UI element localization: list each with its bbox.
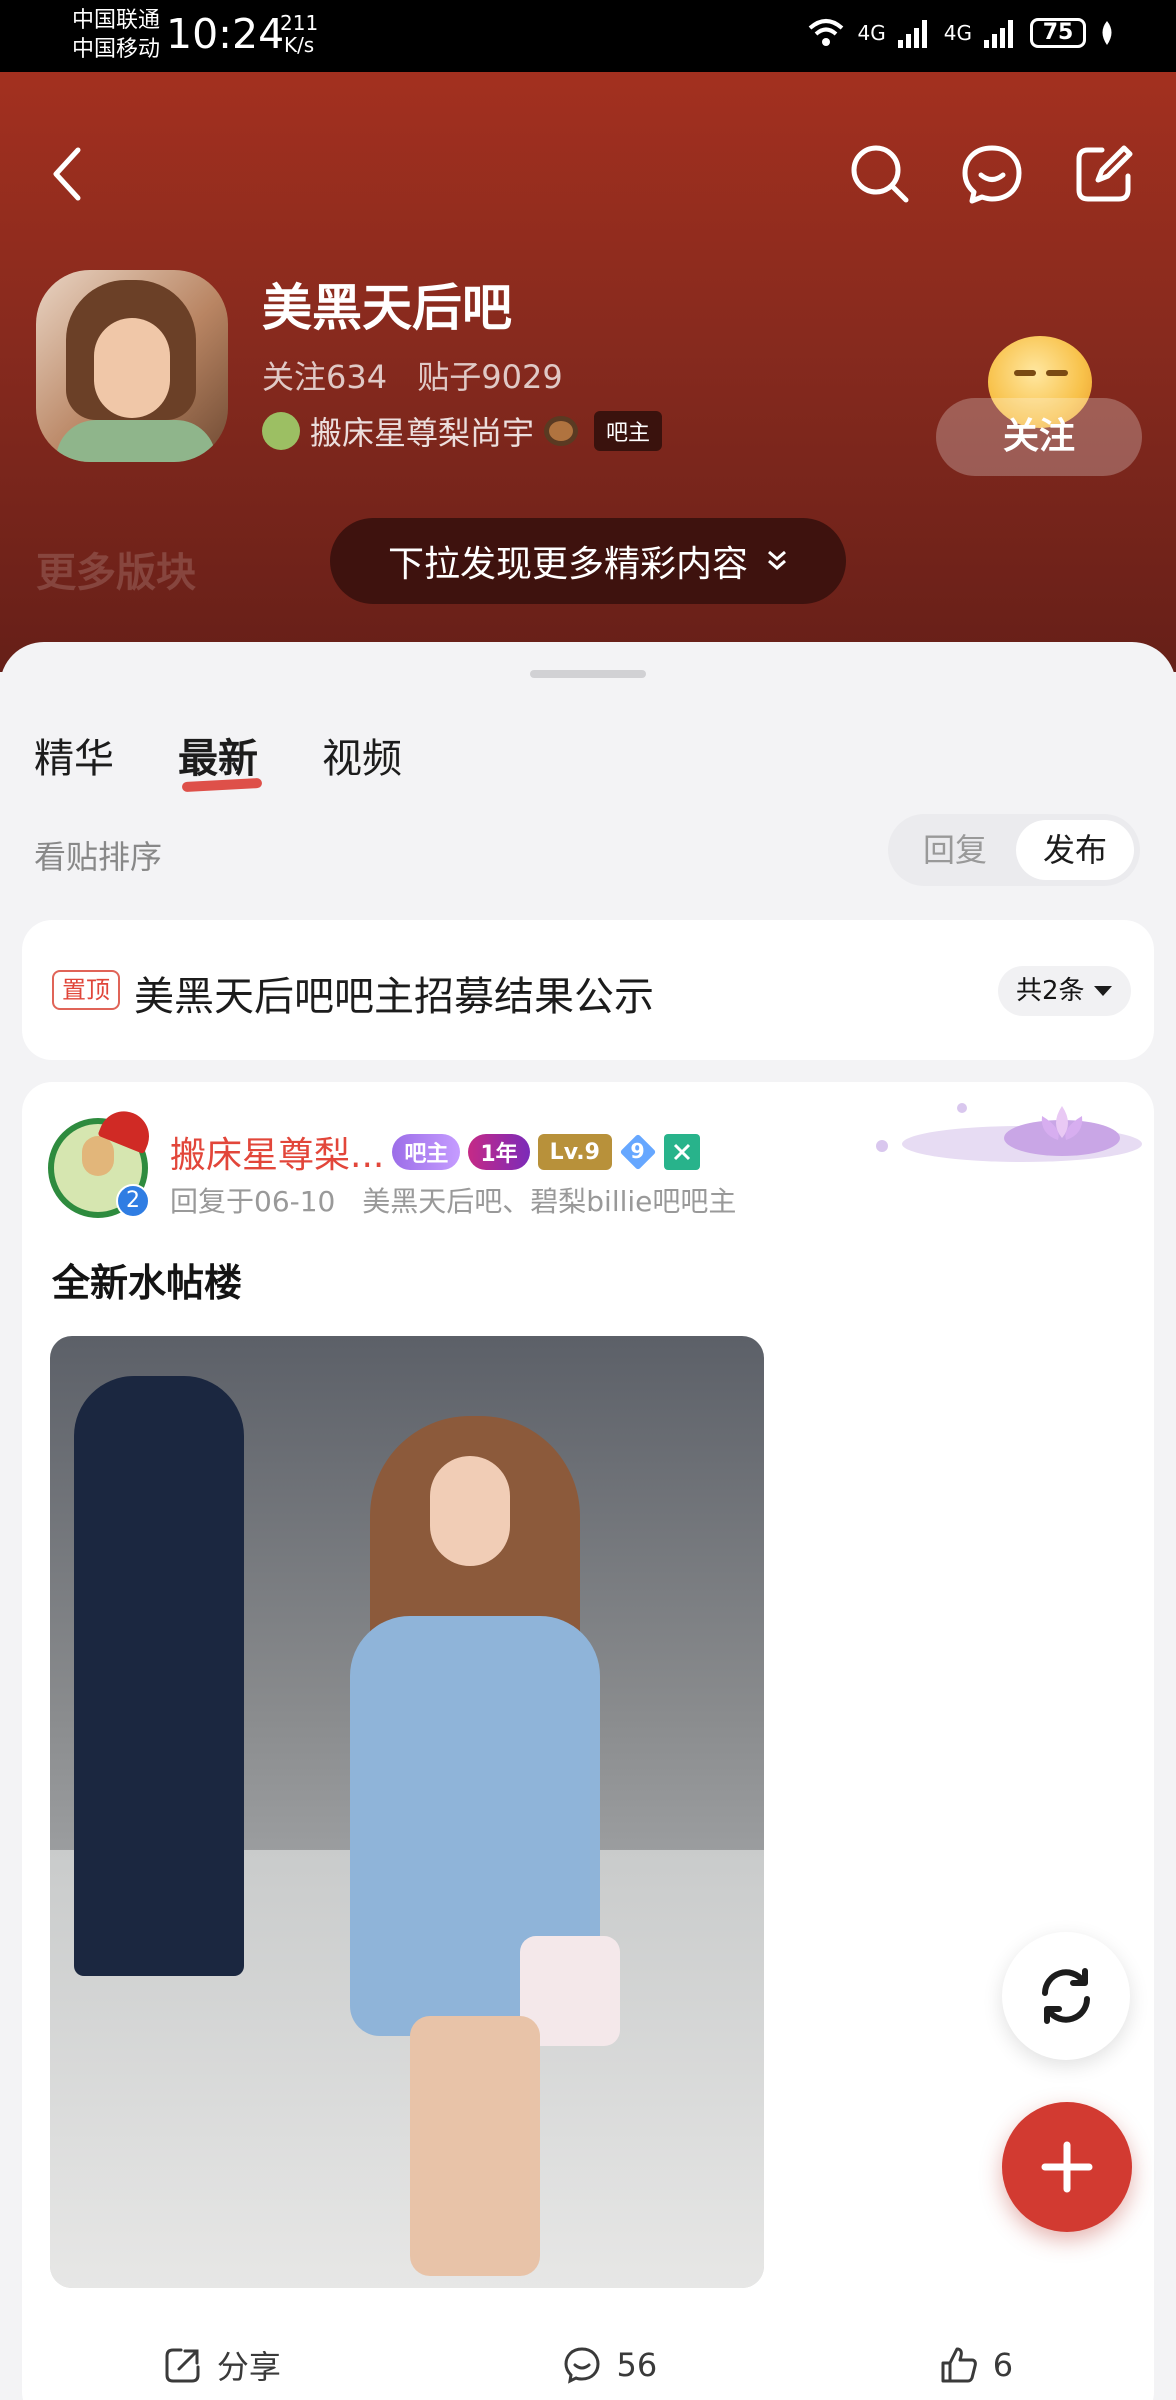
author-avatar[interactable]: 2: [44, 1103, 157, 1224]
follow-area: 关注: [936, 328, 1142, 478]
post-count: 贴子9029: [417, 358, 563, 396]
share-label: 分享: [216, 2348, 281, 2386]
plus-icon: [1041, 2141, 1093, 2193]
battery-indicator: 75: [1030, 18, 1086, 48]
tab-featured[interactable]: 精华: [34, 726, 114, 784]
signal-icon: [897, 20, 927, 48]
owner-avatar: [262, 412, 300, 450]
pinned-count-dropdown[interactable]: 共2条: [998, 966, 1131, 1016]
forum-name: 美黑天后吧: [262, 279, 512, 337]
signal-icon-2: [984, 20, 1013, 48]
gem-badge: 9: [619, 1133, 657, 1171]
leaf-icon: [1102, 21, 1112, 45]
tab-latest[interactable]: 最新: [178, 726, 258, 784]
pull-down-hint[interactable]: 下拉发现更多精彩内容: [330, 518, 846, 604]
refresh-button[interactable]: [1002, 1932, 1130, 2060]
chat-bubble-icon: [962, 145, 1022, 204]
network-speed: 211 K/s: [280, 12, 318, 56]
share-button[interactable]: 分享: [163, 2342, 281, 2388]
forum-owner[interactable]: 搬床星尊梨尚宇 吧主: [262, 408, 663, 454]
post-title: 全新水帖楼: [52, 1261, 243, 1305]
forum-header: 美黑天后吧 关注634 贴子9029 搬床星尊梨尚宇 吧主 关注 更多版块 下拉…: [0, 72, 1176, 672]
content-sheet: 精华 最新 视频 看贴排序 回复 发布 置顶 美黑天后吧吧主招募结果公示 共2条…: [0, 642, 1176, 2400]
grid-badge-icon: [663, 1134, 700, 1170]
tab-video[interactable]: 视频: [322, 726, 402, 784]
message-button[interactable]: [956, 138, 1028, 210]
edit-icon: [1076, 145, 1133, 202]
chevron-left-icon: [53, 147, 81, 201]
forum-owner-badge: 吧主: [392, 1134, 461, 1170]
owner-name: 搬床星尊梨尚宇: [310, 414, 535, 452]
back-button[interactable]: [32, 138, 104, 210]
gem-badge-number: 9: [630, 1140, 646, 1164]
like-count: 6: [992, 2346, 1014, 2384]
wifi-icon: [808, 19, 843, 46]
forum-stats: 关注634 贴子9029: [262, 352, 583, 398]
search-button[interactable]: [844, 138, 916, 210]
network-type-1: 4G: [857, 21, 886, 45]
x-square-icon: [673, 1143, 690, 1161]
post-card[interactable]: 2 搬床星尊梨... 吧主 1年 Lv.9 9 回复于06-10 美黑天后吧、碧…: [22, 1082, 1154, 2400]
comment-count: 56: [616, 2346, 658, 2384]
post-meta: 回复于06-10 美黑天后吧、碧梨billie吧吧主: [170, 1180, 754, 1220]
post-image[interactable]: [50, 1336, 764, 2288]
more-sections-label[interactable]: 更多版块: [36, 540, 196, 598]
new-post-button[interactable]: [1002, 2102, 1132, 2232]
feed-tabs: 精华 最新 视频: [34, 726, 402, 784]
author-line: 搬床星尊梨... 吧主 1年 Lv.9 9: [170, 1126, 700, 1178]
search-icon: [851, 145, 909, 203]
pinned-post[interactable]: 置顶 美黑天后吧吧主招募结果公示 共2条: [22, 920, 1154, 1060]
speed-value: 211: [280, 11, 319, 35]
refresh-icon: [1042, 1968, 1090, 2024]
compose-button[interactable]: [1068, 138, 1140, 210]
author-name[interactable]: 搬床星尊梨...: [170, 1126, 384, 1178]
carrier-info: 中国联通 中国移动: [72, 6, 160, 64]
status-bar: 中国联通 中国移动 10:24 211 K/s 4G 4G 75: [0, 0, 1176, 72]
pinned-title: 美黑天后吧吧主招募结果公示: [134, 974, 654, 1020]
sheet-handle[interactable]: [530, 670, 646, 678]
follower-count: 关注634: [262, 358, 388, 396]
membership-year-badge: 1年: [468, 1134, 530, 1170]
donut-icon: [544, 416, 579, 446]
clock: 10:24: [166, 10, 285, 58]
forum-avatar[interactable]: [36, 270, 228, 462]
reply-time: 回复于06-10: [170, 1185, 336, 1218]
pinned-tag: 置顶: [52, 970, 120, 1010]
caret-down-icon: [1093, 986, 1112, 996]
post-actions: 分享 56 6: [22, 2330, 1154, 2400]
sort-toggle: 回复 发布: [888, 814, 1140, 886]
network-type-2: 4G: [943, 21, 972, 45]
pinned-count: 共2条: [1016, 976, 1085, 1006]
avatar-badge-number: 2: [116, 1184, 150, 1218]
carrier-2: 中国移动: [72, 37, 161, 62]
comment-button[interactable]: 56: [562, 2345, 657, 2385]
share-icon: [165, 2348, 200, 2383]
comment-icon: [564, 2347, 600, 2384]
lotus-decoration-icon: [876, 1103, 1142, 1162]
speed-unit: K/s: [283, 33, 315, 57]
sort-by-reply[interactable]: 回复: [896, 820, 1014, 880]
like-button[interactable]: 6: [939, 2345, 1013, 2385]
status-icons: 4G 4G 75: [806, 16, 1116, 50]
author-roles: 美黑天后吧、碧梨billie吧吧主: [362, 1185, 737, 1218]
follow-button[interactable]: 关注: [936, 398, 1142, 476]
level-badge: Lv.9: [537, 1134, 612, 1170]
pull-hint-text: 下拉发现更多精彩内容: [387, 544, 748, 585]
sort-label: 看贴排序: [34, 838, 163, 876]
double-chevron-down-icon: [768, 550, 786, 570]
carrier-1: 中国联通: [72, 8, 161, 33]
owner-badge: 吧主: [594, 411, 663, 451]
sort-by-publish[interactable]: 发布: [1016, 820, 1134, 880]
thumbs-up-icon: [941, 2347, 977, 2383]
